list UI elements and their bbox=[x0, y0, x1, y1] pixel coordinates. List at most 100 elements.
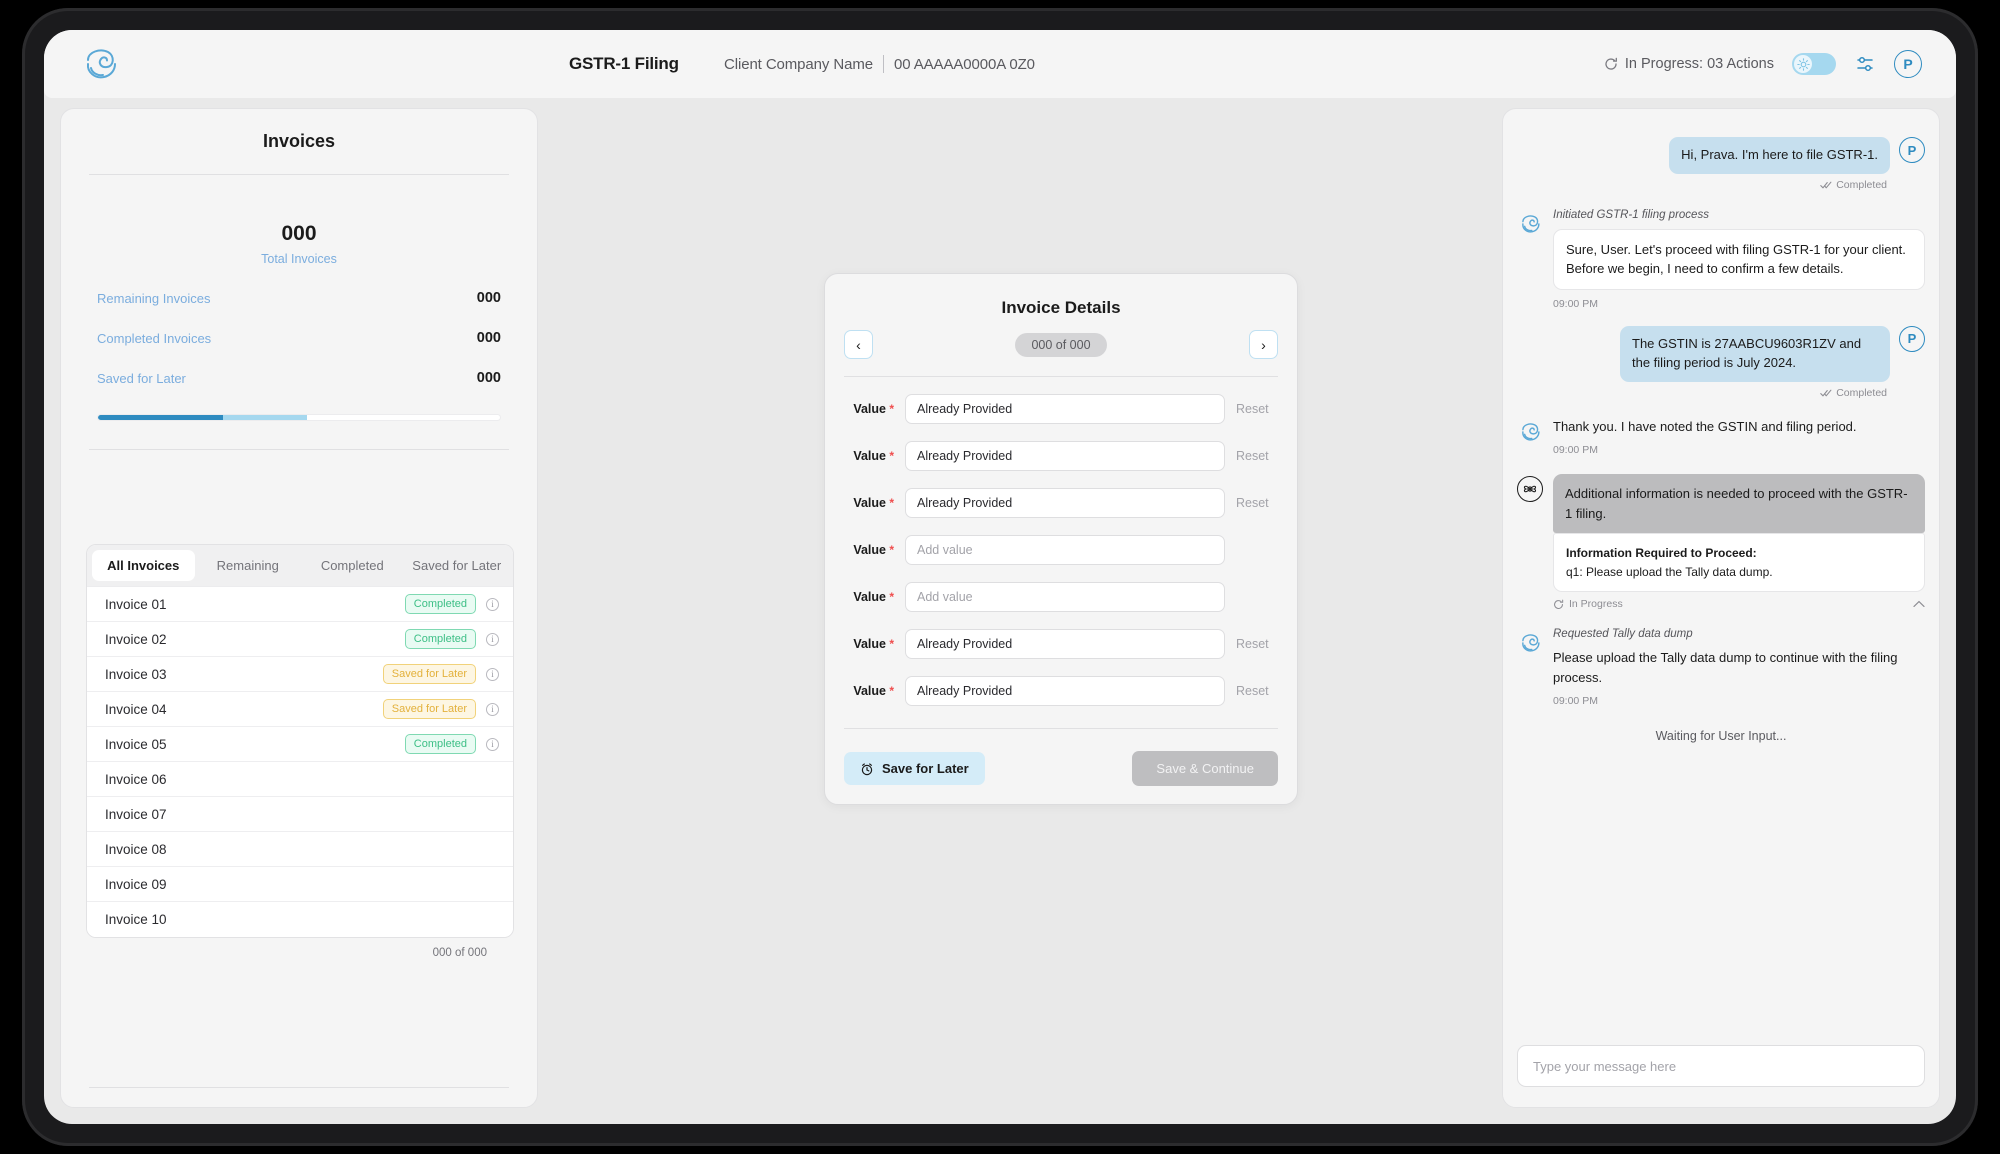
invoice-row-right: Completedi bbox=[405, 734, 499, 754]
stat-value: 000 bbox=[477, 370, 501, 386]
sliders-icon[interactable] bbox=[1854, 53, 1876, 75]
reset-link[interactable]: Reset bbox=[1236, 496, 1278, 510]
invoice-list-item[interactable]: Invoice 09 bbox=[87, 867, 513, 902]
status-badge: Saved for Later bbox=[383, 699, 476, 719]
in-progress-status: In Progress bbox=[1553, 598, 1623, 610]
chat-bubble-text: Thank you. I have noted the GSTIN and fi… bbox=[1553, 417, 1925, 437]
wave-spiral-logo[interactable] bbox=[78, 42, 122, 86]
reset-link[interactable]: Reset bbox=[1236, 684, 1278, 698]
assistant-action-label: Requested Tally data dump bbox=[1553, 628, 1925, 640]
chat-panel: Hi, Prava. I'm here to file GSTR-1.PComp… bbox=[1502, 108, 1940, 1108]
chat-bubble-text: Please upload the Tally data dump to con… bbox=[1553, 648, 1925, 687]
stat-row-completed: Completed Invoices 000 bbox=[61, 330, 537, 346]
tab-saved-for-later[interactable]: Saved for Later bbox=[406, 550, 509, 581]
tab-remaining[interactable]: Remaining bbox=[197, 550, 300, 581]
required-asterisk: * bbox=[886, 402, 894, 416]
info-icon[interactable]: i bbox=[486, 738, 499, 751]
sidebar-title: Invoices bbox=[61, 131, 537, 152]
field-label-text: Value bbox=[853, 543, 886, 557]
field-label-text: Value bbox=[853, 449, 886, 463]
reset-link[interactable]: Reset bbox=[1236, 402, 1278, 416]
save-and-continue-button[interactable]: Save & Continue bbox=[1132, 751, 1278, 786]
invoice-name: Invoice 06 bbox=[105, 772, 167, 787]
value-input[interactable] bbox=[905, 394, 1225, 424]
invoice-row-right: Saved for Later i bbox=[383, 664, 499, 684]
pager-count: 000 of 000 bbox=[1015, 333, 1106, 357]
invoice-row-right: Saved for Later i bbox=[383, 699, 499, 719]
field-label: Value * bbox=[844, 449, 894, 463]
field-label-text: Value bbox=[853, 590, 886, 604]
invoice-name: Invoice 09 bbox=[105, 877, 167, 892]
value-input[interactable] bbox=[905, 629, 1225, 659]
reset-link[interactable]: Reset bbox=[1236, 637, 1278, 651]
theme-toggle[interactable] bbox=[1792, 53, 1836, 75]
status-badge: Completed bbox=[405, 594, 476, 614]
chat-input[interactable] bbox=[1517, 1045, 1925, 1087]
invoice-list-footer: 000 of 000 bbox=[86, 938, 512, 959]
message-timestamp: 09:00 PM bbox=[1553, 298, 1925, 310]
invoice-name: Invoice 05 bbox=[105, 737, 167, 752]
wave-spiral-logo bbox=[1517, 630, 1543, 656]
value-input[interactable] bbox=[905, 582, 1225, 612]
tab-all-invoices[interactable]: All Invoices bbox=[92, 550, 195, 581]
info-icon[interactable]: i bbox=[486, 633, 499, 646]
save-for-later-button[interactable]: Save for Later bbox=[844, 752, 985, 785]
system-message-text: Additional information is needed to proc… bbox=[1553, 474, 1925, 533]
invoice-actions: Save for Later Save & Continue bbox=[825, 751, 1297, 786]
stat-value: 000 bbox=[477, 330, 501, 346]
field-label: Value * bbox=[844, 684, 894, 698]
invoice-list-item[interactable]: Invoice 02 Completed i bbox=[87, 622, 513, 657]
field-label: Value * bbox=[844, 496, 894, 510]
propeller-badge-icon bbox=[1517, 476, 1543, 502]
status-badge: Completed bbox=[405, 629, 476, 649]
value-input[interactable] bbox=[905, 488, 1225, 518]
divider bbox=[89, 174, 509, 175]
information-required-block: Information Required to Proceed:q1: Plea… bbox=[1553, 533, 1925, 592]
info-icon[interactable]: i bbox=[486, 703, 499, 716]
alarm-clock-icon bbox=[860, 762, 874, 776]
invoice-list-item[interactable]: Invoice 06 bbox=[87, 762, 513, 797]
required-asterisk: * bbox=[886, 590, 894, 604]
system-status-row[interactable]: In Progress bbox=[1553, 598, 1925, 610]
message-status-text: Completed bbox=[1836, 387, 1887, 399]
required-asterisk: * bbox=[886, 684, 894, 698]
value-input[interactable] bbox=[905, 441, 1225, 471]
divider bbox=[883, 55, 884, 73]
client-gstin: 00 AAAAA0000A 0Z0 bbox=[894, 56, 1035, 73]
status-badge: Saved for Later bbox=[383, 664, 476, 684]
save-for-later-label: Save for Later bbox=[882, 761, 969, 776]
invoices-sidebar: Invoices 000 Total Invoices Remaining In… bbox=[60, 108, 538, 1108]
chat-messages: Hi, Prava. I'm here to file GSTR-1.PComp… bbox=[1503, 109, 1939, 1029]
status-badge[interactable]: In Progress: 03 Actions bbox=[1604, 56, 1774, 72]
invoice-list-item[interactable]: Invoice 08 bbox=[87, 832, 513, 867]
invoice-list-item[interactable]: Invoice 03Saved for Lateri bbox=[87, 657, 513, 692]
field-label-text: Value bbox=[853, 402, 886, 416]
field-label: Value * bbox=[844, 543, 894, 557]
invoice-row-right: Completed i bbox=[405, 629, 499, 649]
tab-completed[interactable]: Completed bbox=[301, 550, 404, 581]
invoice-list-item[interactable]: Invoice 05 Completedi bbox=[87, 727, 513, 762]
invoice-name: Invoice 02 bbox=[105, 632, 167, 647]
message-status: Completed bbox=[1517, 387, 1925, 399]
info-icon[interactable]: i bbox=[486, 598, 499, 611]
assistant-message-body: Initiated GSTR-1 filing processSure, Use… bbox=[1553, 209, 1925, 310]
invoices-progress-bar bbox=[97, 414, 501, 421]
information-required-title: Information Required to Proceed: bbox=[1566, 544, 1912, 563]
chevron-right-icon[interactable]: › bbox=[1249, 330, 1278, 359]
invoice-list-item[interactable]: Invoice 01Completedi bbox=[87, 587, 513, 622]
message-status: Completed bbox=[1517, 179, 1925, 191]
invoice-list-item[interactable]: Invoice 04 Saved for Later i bbox=[87, 692, 513, 727]
reset-link[interactable]: Reset bbox=[1236, 449, 1278, 463]
invoice-field-row: Value * bbox=[825, 535, 1297, 565]
value-input[interactable] bbox=[905, 535, 1225, 565]
chevron-up-icon[interactable] bbox=[1913, 600, 1925, 608]
value-input[interactable] bbox=[905, 676, 1225, 706]
invoice-list-item[interactable]: Invoice 10 bbox=[87, 902, 513, 937]
invoice-list-item[interactable]: Invoice 07 bbox=[87, 797, 513, 832]
chevron-left-icon[interactable]: ‹ bbox=[844, 330, 873, 359]
invoice-rows: Invoice 01CompletediInvoice 02Completedi… bbox=[87, 587, 513, 937]
avatar[interactable]: P bbox=[1894, 50, 1922, 78]
invoice-name: Invoice 04 bbox=[105, 702, 167, 717]
info-icon[interactable]: i bbox=[486, 668, 499, 681]
wave-spiral-logo bbox=[1517, 211, 1543, 237]
